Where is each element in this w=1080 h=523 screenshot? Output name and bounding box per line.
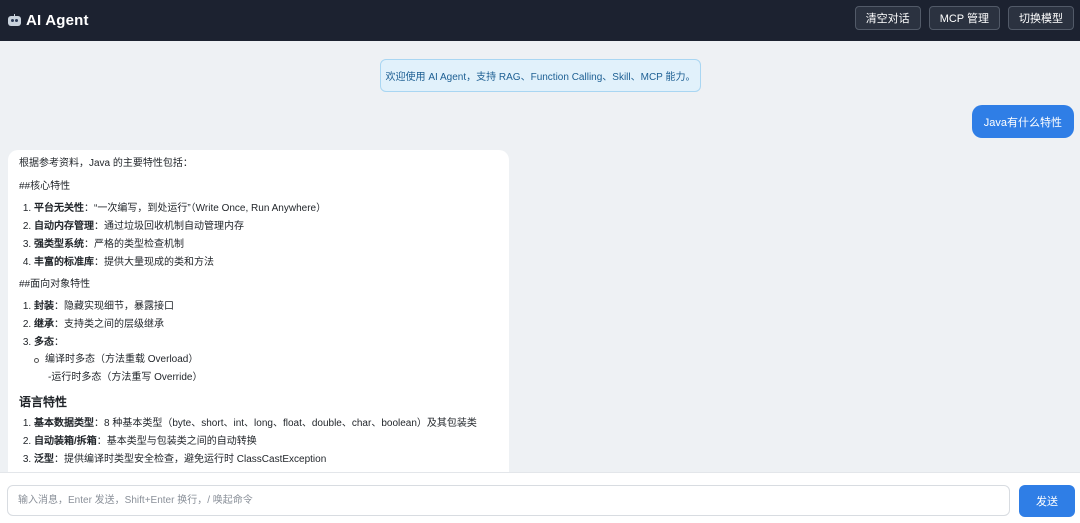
list-item: 泛型：提供编译时类型安全检查，避免运行时 ClassCastException xyxy=(34,454,498,466)
send-button[interactable]: 发送 xyxy=(1019,485,1075,517)
assistant-message-bubble: 根据参考资料，Java 的主要特性包括： ##核心特性 平台无关性：“一次编写，… xyxy=(8,150,509,472)
list-item: 丰富的标准库：提供大量现成的类和方法 xyxy=(34,257,498,269)
assistant-intro: 根据参考资料，Java 的主要特性包括： xyxy=(19,158,193,169)
list-item: 平台无关性：“一次编写，到处运行”（Write Once, Run Anywhe… xyxy=(34,203,498,215)
heading-oop: ##面向对象特性 xyxy=(19,279,91,290)
lang-features-list: 基本数据类型：8 种基本类型（byte、short、int、long、float… xyxy=(19,418,498,466)
list-item: 封装：隐藏实现细节，暴露接口 xyxy=(34,301,498,313)
top-bar: AI Agent 清空对话 MCP 管理 切换模型 xyxy=(0,0,1080,41)
oop-features-list: 封装：隐藏实现细节，暴露接口 继承：支持类之间的层级继承 多态： 编译时多态（方… xyxy=(19,301,498,384)
circle-bullet-icon xyxy=(34,357,39,363)
brand: AI Agent xyxy=(8,12,89,29)
mcp-manage-button[interactable]: MCP 管理 xyxy=(928,6,1000,30)
sub-list-item: -运行时多态（方法重写 Override） xyxy=(48,372,203,383)
chat-area[interactable]: 欢迎使用 AI Agent，支持 RAG、Function Calling、Sk… xyxy=(0,41,1080,472)
list-item: 强类型系统：严格的类型检查机制 xyxy=(34,239,498,251)
heading-core: ##核心特性 xyxy=(19,181,71,192)
list-item: 继承：支持类之间的层级继承 xyxy=(34,319,498,331)
input-bar: 发送 xyxy=(0,472,1080,523)
user-message-bubble: Java有什么特性 xyxy=(971,105,1074,138)
core-features-list: 平台无关性：“一次编写，到处运行”（Write Once, Run Anywhe… xyxy=(19,203,498,269)
list-item: 自动装箱/拆箱：基本类型与包装类之间的自动转换 xyxy=(34,436,498,448)
message-input[interactable] xyxy=(7,485,1010,516)
welcome-banner: 欢迎使用 AI Agent，支持 RAG、Function Calling、Sk… xyxy=(380,59,701,92)
sub-list-item: 编译时多态（方法重载 Overload） xyxy=(34,354,498,366)
header-actions: 清空对话 MCP 管理 切换模型 xyxy=(854,6,1074,30)
list-item: 基本数据类型：8 种基本类型（byte、short、int、long、float… xyxy=(34,418,498,430)
clear-chat-button[interactable]: 清空对话 xyxy=(854,6,921,30)
app-title: AI Agent xyxy=(26,12,89,29)
heading-lang: 语言特性 xyxy=(19,395,68,409)
list-item: 自动内存管理：通过垃圾回收机制自动管理内存 xyxy=(34,221,498,233)
list-item: 多态： 编译时多态（方法重载 Overload） -运行时多态（方法重写 Ove… xyxy=(34,337,498,384)
robot-icon xyxy=(8,14,21,27)
switch-model-button[interactable]: 切换模型 xyxy=(1008,6,1074,30)
